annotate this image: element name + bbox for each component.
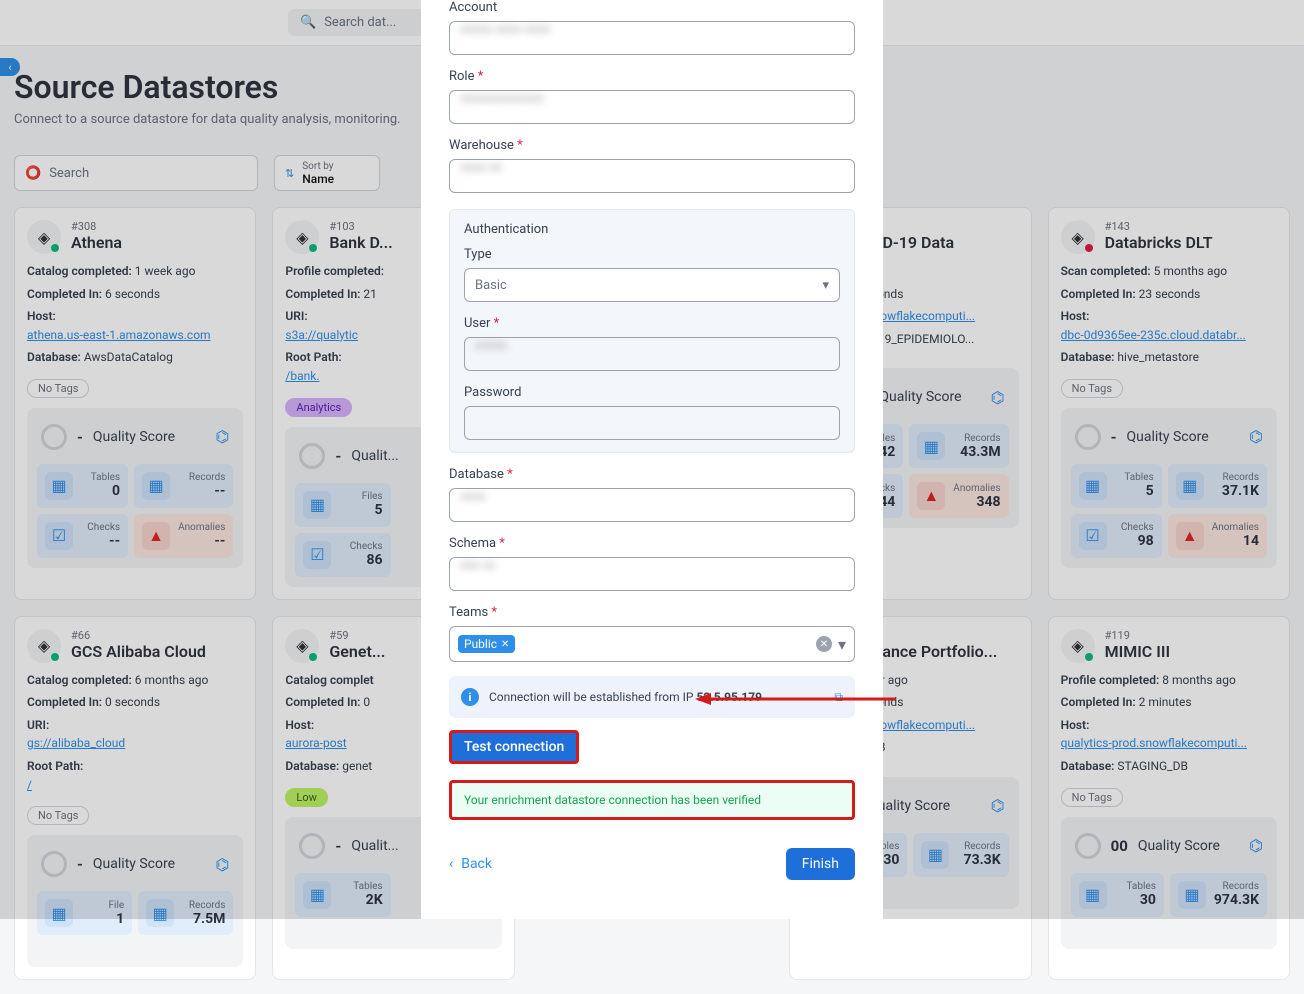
auth-block: Authentication Type Basic ▾ User xxxxx P… — [449, 209, 855, 453]
warehouse-label: Warehouse — [449, 138, 855, 153]
user-input[interactable]: xxxxx — [464, 337, 840, 371]
teams-label: Teams — [449, 605, 855, 620]
ip-info-text: Connection will be established from IP 5… — [489, 690, 762, 704]
warehouse-input[interactable]: xxxx xx — [449, 159, 855, 193]
success-message: Your enrichment datastore connection has… — [449, 780, 855, 820]
copy-icon[interactable]: ⧉ — [834, 690, 843, 705]
team-chip[interactable]: Public ✕ — [458, 635, 515, 653]
test-connection-button[interactable]: Test connection — [449, 730, 579, 764]
ip-info-banner: i Connection will be established from IP… — [449, 676, 855, 718]
database-label: Database — [449, 467, 855, 482]
teams-select[interactable]: Public ✕ ✕ ▾ — [449, 626, 855, 662]
auth-header: Authentication — [464, 222, 840, 237]
role-input[interactable]: xxxxxxxxxxxxx — [449, 90, 855, 124]
schema-input[interactable]: xxx xx — [449, 557, 855, 591]
info-icon: i — [461, 688, 479, 706]
modal: Account xxxxx xxxx xxxx Role xxxxxxxxxxx… — [421, 0, 883, 919]
chevron-down-icon[interactable]: ▾ — [838, 635, 846, 654]
type-value: Basic — [475, 278, 507, 293]
modal-footer: ‹ Back Finish — [449, 848, 855, 880]
user-label: User — [464, 316, 840, 331]
type-label: Type — [464, 247, 840, 262]
chevron-down-icon: ▾ — [822, 278, 829, 293]
account-label: Account — [449, 0, 855, 15]
chevron-left-icon: ‹ — [449, 856, 453, 872]
clear-icon[interactable]: ✕ — [816, 636, 832, 652]
database-input[interactable]: xxxx — [449, 488, 855, 522]
schema-label: Schema — [449, 536, 855, 551]
chip-remove-icon[interactable]: ✕ — [501, 639, 509, 650]
finish-button[interactable]: Finish — [786, 848, 855, 880]
role-label: Role — [449, 69, 855, 84]
account-input[interactable]: xxxxx xxxx xxxx — [449, 21, 855, 55]
back-button[interactable]: ‹ Back — [449, 856, 492, 872]
password-input[interactable] — [464, 406, 840, 440]
password-label: Password — [464, 385, 840, 400]
modal-overlay: Account xxxxx xxxx xxxx Role xxxxxxxxxxx… — [0, 0, 1304, 919]
type-select[interactable]: Basic ▾ — [464, 268, 840, 302]
